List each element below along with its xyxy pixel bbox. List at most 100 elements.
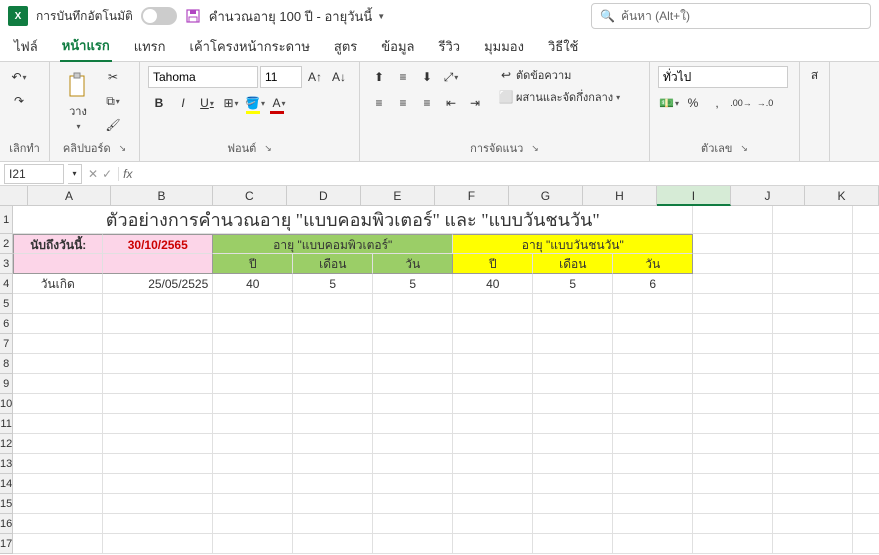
- cell[interactable]: [693, 206, 773, 234]
- row-header[interactable]: 5: [0, 294, 13, 314]
- cell[interactable]: [453, 494, 533, 514]
- save-icon[interactable]: [185, 8, 201, 24]
- align-top-button[interactable]: ⬆: [368, 66, 390, 88]
- font-color-button[interactable]: A▾: [268, 92, 290, 114]
- cell[interactable]: [693, 354, 773, 374]
- increase-font-button[interactable]: A↑: [304, 66, 326, 88]
- cell[interactable]: [103, 254, 213, 274]
- cell[interactable]: [533, 334, 613, 354]
- cell[interactable]: [773, 374, 853, 394]
- cell[interactable]: [693, 534, 773, 554]
- cell[interactable]: [453, 514, 533, 534]
- row-header[interactable]: 7: [0, 334, 13, 354]
- cell[interactable]: [773, 334, 853, 354]
- cell[interactable]: [773, 434, 853, 454]
- col-header[interactable]: B: [111, 186, 213, 206]
- formula-input[interactable]: [136, 164, 879, 184]
- cell[interactable]: [853, 234, 879, 254]
- number-format-select[interactable]: [658, 66, 788, 88]
- bold-button[interactable]: B: [148, 92, 170, 114]
- cell[interactable]: [213, 334, 293, 354]
- cell[interactable]: วัน: [373, 254, 453, 274]
- cell[interactable]: [693, 394, 773, 414]
- font-launcher[interactable]: ↘: [264, 143, 272, 154]
- cell[interactable]: [533, 314, 613, 334]
- autosave-toggle[interactable]: [141, 7, 177, 25]
- row-header[interactable]: 16: [0, 514, 13, 534]
- col-header[interactable]: K: [805, 186, 879, 206]
- col-header[interactable]: D: [287, 186, 361, 206]
- cell[interactable]: [103, 294, 213, 314]
- cell[interactable]: [613, 294, 693, 314]
- cell[interactable]: [693, 474, 773, 494]
- clipboard-launcher[interactable]: ↘: [119, 143, 127, 154]
- cell[interactable]: 25/05/2525: [103, 274, 213, 294]
- wrap-text-button[interactable]: ↩ ตัดข้อความ: [498, 66, 620, 84]
- cell[interactable]: [773, 254, 853, 274]
- cell[interactable]: [453, 434, 533, 454]
- cell[interactable]: [293, 434, 373, 454]
- accept-formula-icon[interactable]: ✓: [102, 167, 112, 181]
- row-header[interactable]: 9: [0, 374, 13, 394]
- cell[interactable]: [853, 474, 879, 494]
- font-size-select[interactable]: [260, 66, 302, 88]
- cell[interactable]: [293, 294, 373, 314]
- cell[interactable]: [13, 434, 103, 454]
- cell[interactable]: [103, 514, 213, 534]
- format-painter-button[interactable]: 🖌: [102, 114, 124, 136]
- cell[interactable]: [293, 314, 373, 334]
- row-header[interactable]: 14: [0, 474, 13, 494]
- cell[interactable]: [293, 374, 373, 394]
- currency-button[interactable]: 💵▾: [658, 92, 680, 114]
- cell[interactable]: [853, 534, 879, 554]
- cell[interactable]: [213, 454, 293, 474]
- cell[interactable]: [373, 354, 453, 374]
- cell[interactable]: 5: [293, 274, 373, 294]
- cell[interactable]: [13, 374, 103, 394]
- cell[interactable]: [613, 434, 693, 454]
- cell[interactable]: [213, 394, 293, 414]
- search-box[interactable]: 🔍 ค้นหา (Alt+ใ): [591, 3, 871, 29]
- border-button[interactable]: ⊞▾: [220, 92, 242, 114]
- cell[interactable]: [213, 494, 293, 514]
- cell[interactable]: [13, 454, 103, 474]
- cell[interactable]: [13, 514, 103, 534]
- cell[interactable]: [453, 314, 533, 334]
- cell[interactable]: 6: [613, 274, 693, 294]
- cell[interactable]: [613, 534, 693, 554]
- cell[interactable]: [293, 334, 373, 354]
- cell[interactable]: [853, 454, 879, 474]
- comma-button[interactable]: ,: [706, 92, 728, 114]
- cell[interactable]: [373, 294, 453, 314]
- cell[interactable]: [693, 234, 773, 254]
- cell[interactable]: [693, 294, 773, 314]
- cell[interactable]: [533, 514, 613, 534]
- cell[interactable]: [13, 294, 103, 314]
- cell[interactable]: [453, 414, 533, 434]
- alignment-launcher[interactable]: ↘: [531, 143, 539, 154]
- cell[interactable]: [533, 294, 613, 314]
- cell[interactable]: [773, 294, 853, 314]
- cell[interactable]: [293, 354, 373, 374]
- decrease-decimal-button[interactable]: →.0: [754, 92, 776, 114]
- cell[interactable]: [693, 494, 773, 514]
- cell[interactable]: [773, 414, 853, 434]
- cell[interactable]: [103, 454, 213, 474]
- cell[interactable]: [103, 314, 213, 334]
- cell[interactable]: [453, 334, 533, 354]
- paste-button[interactable]: วาง ▾: [58, 66, 98, 137]
- underline-button[interactable]: U▾: [196, 92, 218, 114]
- align-right-button[interactable]: ≡: [416, 92, 438, 114]
- cell[interactable]: [533, 494, 613, 514]
- col-header[interactable]: J: [731, 186, 805, 206]
- cell[interactable]: [213, 474, 293, 494]
- cell[interactable]: [773, 314, 853, 334]
- cell[interactable]: [373, 434, 453, 454]
- cell[interactable]: [13, 334, 103, 354]
- italic-button[interactable]: I: [172, 92, 194, 114]
- cell[interactable]: [533, 374, 613, 394]
- merge-center-button[interactable]: ⬜ ผสานและจัดกึ่งกลาง ▾: [498, 88, 620, 106]
- col-header[interactable]: H: [583, 186, 657, 206]
- name-box-dropdown[interactable]: ▾: [68, 164, 82, 184]
- cell[interactable]: [853, 414, 879, 434]
